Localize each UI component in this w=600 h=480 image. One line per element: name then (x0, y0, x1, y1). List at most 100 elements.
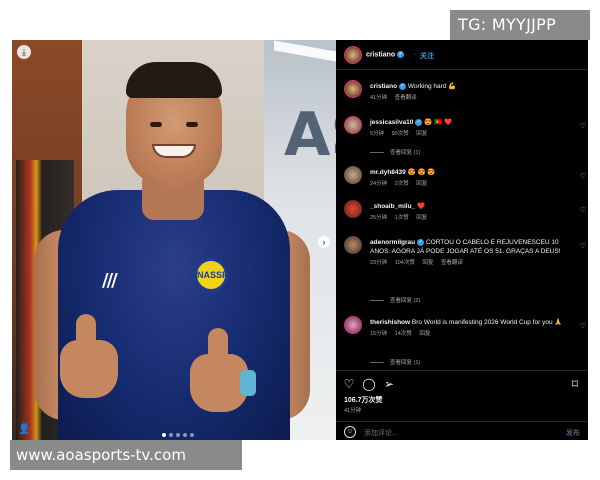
carousel-dot[interactable] (190, 433, 194, 437)
comment-time: 5分钟 (370, 131, 385, 137)
translate-link[interactable]: 查看翻译 (441, 260, 463, 266)
heart-icon[interactable]: ♡ (580, 206, 588, 214)
download-icon[interactable]: ⤓ (17, 45, 31, 59)
carousel-dot[interactable] (162, 433, 166, 437)
avatar[interactable] (344, 46, 362, 64)
verified-icon: ✓ (399, 82, 407, 90)
reply-link[interactable]: 回复 (419, 331, 430, 337)
wrist-watch (240, 370, 256, 396)
comment-likes[interactable]: 2次赞 (395, 181, 409, 187)
chevron-right-icon[interactable]: › (318, 236, 330, 248)
reply-link[interactable]: 回复 (416, 131, 427, 137)
avatar[interactable] (344, 200, 362, 218)
caption-username[interactable]: cristiano (370, 83, 397, 90)
comment-likes[interactable]: 1次赞 (395, 215, 409, 221)
heart-icon[interactable]: ♡ (580, 122, 588, 130)
heart-icon[interactable]: ♡ (580, 322, 588, 330)
post-button[interactable]: 发布 (566, 428, 580, 438)
add-comment-row: ☺ 添加评论... 发布 (336, 421, 588, 440)
post-actions: ♡ ◯ ➢ ⌑ 106.7万次赞 41分钟 ☺ 添加评论... 发布 (336, 370, 588, 440)
view-replies-link[interactable]: 查看回复 (1) (370, 148, 420, 156)
page: AS /// NASSR ⤓ 👤 › cris (0, 0, 600, 480)
watermark-bottom: www.aoasports-tv.com (10, 440, 242, 470)
verified-icon: ✓ (415, 118, 423, 126)
comment-meta: 23分钟 104次赞 回复 查看翻译 (370, 259, 566, 268)
avatar[interactable] (344, 80, 362, 98)
verified-icon: ✓ (417, 238, 425, 246)
separator-dot: · (414, 51, 417, 58)
comment-username[interactable]: jessicasilva10 (370, 119, 413, 126)
carousel-dot[interactable] (183, 433, 187, 437)
header-username[interactable]: cristiano ✓ (366, 51, 405, 59)
carousel-dot[interactable] (176, 433, 180, 437)
right-eye (186, 122, 198, 127)
view-replies-link[interactable]: 查看回复 (2) (370, 296, 420, 304)
comments-panel: cristiano ✓ · 关注 cristiano ✓ Working hard … (336, 40, 588, 440)
avatar[interactable] (344, 116, 362, 134)
comment-body: mr.dyh8439 😍 😍 😍 24分钟 2次赞 回复 (370, 168, 566, 189)
carousel-dots (162, 433, 194, 437)
club-badge-icon: NASSR (194, 258, 229, 292)
comment-meta: 15分钟 14次赞 回复 (370, 330, 566, 339)
comment-body: _shoaib_milu_ ❤️ 25分钟 1次赞 回复 (370, 202, 566, 223)
avatar[interactable] (344, 236, 362, 254)
comment-body: adenormilgrau ✓ CORTOU O CABELO E REJUVEN… (370, 238, 566, 268)
comment-meta: 25分钟 1次赞 回复 (370, 214, 566, 223)
carousel-dot[interactable] (169, 433, 173, 437)
view-replies-link[interactable]: 查看回复 (1) (370, 358, 420, 366)
heart-icon[interactable]: ♡ (580, 242, 588, 250)
comment-username[interactable]: therishishow (370, 319, 410, 326)
emoji-icon[interactable]: ☺ (344, 426, 356, 438)
comment-time: 25分钟 (370, 215, 388, 221)
comment-body: jessicasilva10 ✓ 😍 🇵🇹 ❤️ 5分钟 90次赞 回复 (370, 118, 566, 139)
post-photo[interactable]: AS /// NASSR ⤓ 👤 › (12, 40, 336, 440)
comment-meta: 24分钟 2次赞 回复 (370, 180, 566, 189)
post-header: cristiano ✓ · 关注 (336, 40, 588, 70)
caption-body: cristiano ✓ Working hard 💪 41分钟 查看翻译 (370, 82, 566, 103)
comment-bubble-icon[interactable]: ◯ (362, 377, 376, 391)
watermark-top: TG: MYYJJPP (450, 10, 590, 40)
comment-text: Bro World is manifesting 2026 World Cup … (411, 319, 563, 326)
comment-likes[interactable]: 104次赞 (395, 260, 415, 266)
comment-text: 😍 😍 😍 (407, 169, 436, 176)
likes-count[interactable]: 106.7万次赞 (344, 395, 383, 405)
verified-icon: ✓ (397, 51, 405, 58)
comment-username[interactable]: adenormilgrau (370, 239, 415, 246)
translate-link[interactable]: 查看翻译 (395, 95, 417, 101)
avatar[interactable] (344, 316, 362, 334)
comment-likes[interactable]: 14次赞 (395, 331, 412, 337)
left-eye (150, 122, 162, 127)
comment-text: 😍 🇵🇹 ❤️ (424, 119, 453, 126)
bookmark-icon[interactable]: ⌑ (568, 377, 582, 391)
adidas-logo-icon: /// (102, 270, 118, 291)
comment-text: ❤️ (416, 203, 426, 210)
caption-text: Working hard 💪 (407, 83, 457, 90)
caption-meta: 41分钟 查看翻译 (370, 94, 566, 103)
username-text: cristiano (366, 51, 396, 59)
reply-link[interactable]: 回复 (422, 260, 433, 266)
avatar[interactable] (344, 166, 362, 184)
post-time: 41分钟 (344, 408, 362, 414)
caption-time: 41分钟 (370, 95, 388, 101)
comment-likes[interactable]: 90次赞 (392, 131, 409, 137)
reply-link[interactable]: 回复 (416, 181, 427, 187)
share-send-icon[interactable]: ➢ (382, 377, 396, 391)
comment-time: 24分钟 (370, 181, 388, 187)
comment-time: 15分钟 (370, 331, 388, 337)
heart-icon[interactable]: ♡ (580, 172, 588, 180)
instagram-post: AS /// NASSR ⤓ 👤 › cris (12, 40, 588, 440)
tag-user-icon[interactable]: 👤 (18, 424, 30, 436)
wall-letters: AS (284, 100, 336, 170)
thumbs-up-left (60, 314, 118, 398)
comment-body: therishishow Bro World is manifesting 20… (370, 318, 566, 339)
comment-time: 23分钟 (370, 260, 388, 266)
comment-username[interactable]: _shoaib_milu_ (370, 203, 415, 210)
jersey (58, 190, 290, 440)
hair (126, 62, 222, 98)
follow-button[interactable]: 关注 (420, 51, 434, 61)
reply-link[interactable]: 回复 (416, 215, 427, 221)
comment-meta: 5分钟 90次赞 回复 (370, 130, 566, 139)
comment-username[interactable]: mr.dyh8439 (370, 169, 406, 176)
like-heart-icon[interactable]: ♡ (342, 377, 356, 391)
add-comment-input[interactable]: 添加评论... (364, 428, 398, 438)
